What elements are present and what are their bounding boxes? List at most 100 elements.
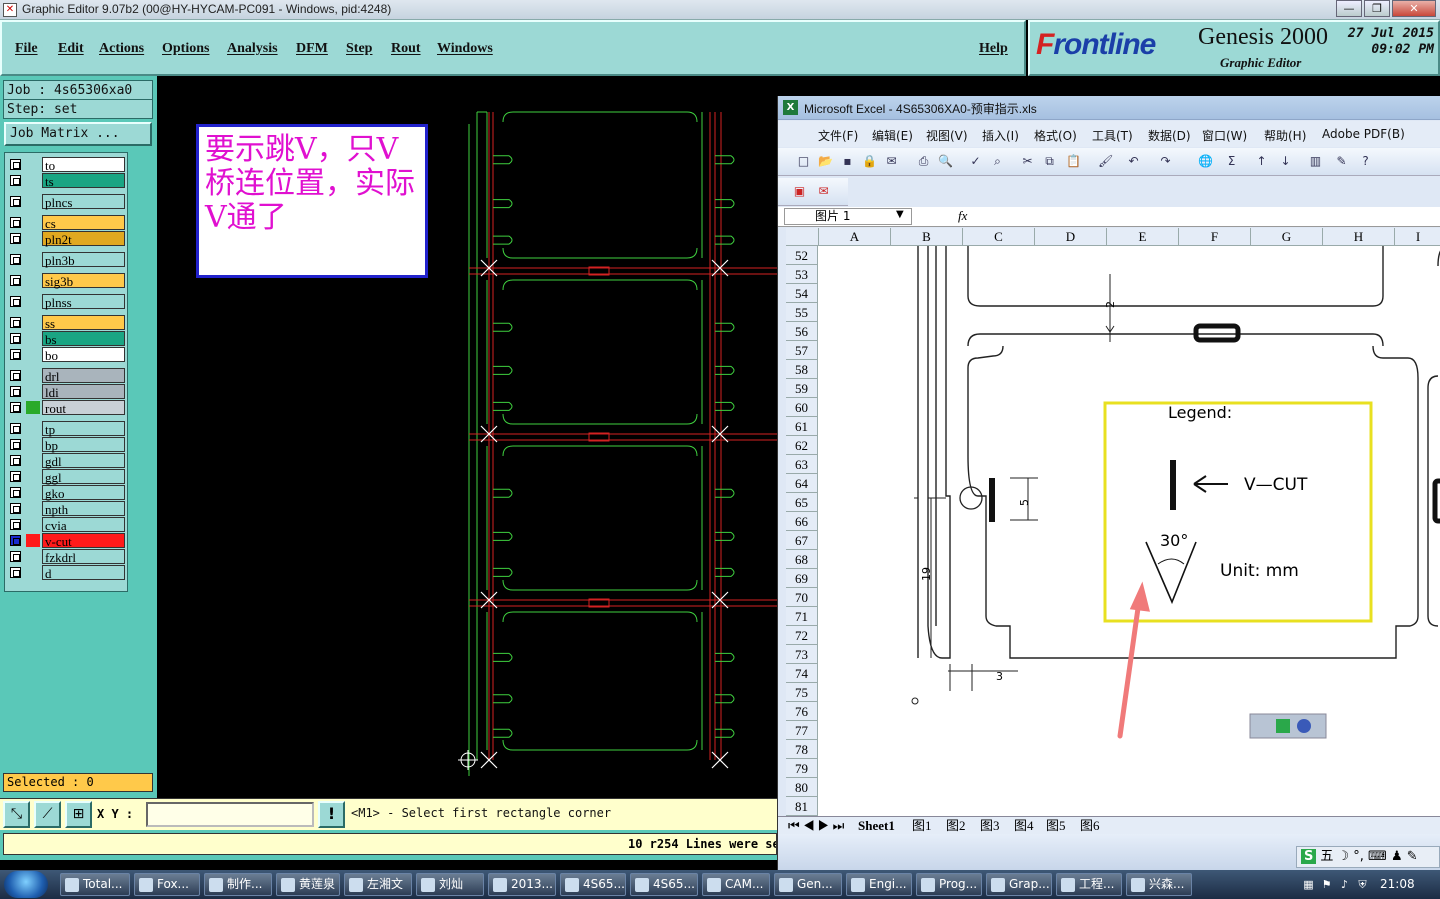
layer-row-sig3b[interactable]: sig3b	[8, 273, 126, 289]
excel-menu-item[interactable]: Adobe PDF(B)	[1322, 127, 1405, 141]
hyperlink-icon[interactable]: 🌐	[1198, 154, 1213, 169]
layer-name[interactable]: ldi	[42, 384, 125, 400]
layer-checkbox[interactable]	[10, 423, 21, 434]
redo-icon[interactable]: ↷	[1158, 154, 1173, 169]
row-header[interactable]: 53	[786, 265, 818, 284]
column-header[interactable]: I	[1394, 228, 1440, 246]
taskbar-button[interactable]: Grap...	[986, 873, 1052, 896]
excel-menu-item[interactable]: 帮助(H)	[1264, 127, 1306, 144]
taskbar-button[interactable]: 刘灿	[416, 873, 484, 896]
excel-menu-item[interactable]: 插入(I)	[982, 127, 1019, 144]
drawing-icon[interactable]: ✎	[1334, 154, 1349, 169]
tray-flag-icon[interactable]: ⚑	[1320, 878, 1333, 891]
menu-rout[interactable]: Rout	[391, 41, 421, 57]
menu-analysis[interactable]: Analysis	[227, 41, 278, 57]
new-icon[interactable]: □	[796, 154, 811, 169]
layer-row-cvia[interactable]: cvia	[8, 517, 126, 533]
layer-row-rout[interactable]: rout	[8, 400, 126, 416]
tray-shield-icon[interactable]: ⛨	[1356, 878, 1369, 891]
excel-menu-item[interactable]: 视图(V)	[926, 127, 968, 144]
layer-name[interactable]: d	[42, 565, 125, 581]
layer-checkbox[interactable]	[10, 551, 21, 562]
chart-icon[interactable]: ▥	[1308, 154, 1323, 169]
minimize-button[interactable]: —	[1336, 0, 1362, 17]
excel-menu-item[interactable]: 窗口(W)	[1202, 127, 1247, 144]
tab-scroll-icon[interactable]: ⏮ ◀ ▶ ⏭	[788, 818, 844, 833]
layer-checkbox[interactable]	[10, 439, 21, 450]
ime-toolbar[interactable]: S五 ☽ °, ⌨ ♟ ✎	[1296, 846, 1440, 868]
menu-edit[interactable]: Edit	[58, 41, 84, 57]
preview-icon[interactable]: 🔍	[938, 154, 953, 169]
layer-row-fzkdrl[interactable]: fzkdrl	[8, 549, 126, 565]
layer-checkbox[interactable]	[10, 275, 21, 286]
layer-checkbox[interactable]	[10, 175, 21, 186]
taskbar-button[interactable]: 工程...	[1056, 873, 1122, 896]
layer-row-pln2t[interactable]: pln2t	[8, 231, 126, 247]
layer-name[interactable]: rout	[42, 400, 125, 416]
permission-icon[interactable]: 🔒	[862, 154, 877, 169]
alert-icon[interactable]: !	[318, 801, 345, 828]
name-box[interactable]: 图片 1	[784, 208, 912, 225]
menu-dfm[interactable]: DFM	[296, 41, 328, 57]
row-header[interactable]: 65	[786, 493, 818, 512]
function-icon[interactable]: fx	[958, 208, 967, 224]
excel-menu-item[interactable]: 编辑(E)	[872, 127, 913, 144]
taskbar-button[interactable]: 2013...	[488, 873, 556, 896]
job-matrix-button[interactable]: Job Matrix ...	[4, 122, 152, 146]
sort-asc-icon[interactable]: ↑	[1254, 154, 1269, 169]
pdf-convert-icon[interactable]: ▣	[792, 184, 807, 199]
layer-name[interactable]: tp	[42, 421, 125, 437]
layer-row-gdl[interactable]: gdl	[8, 453, 126, 469]
taskbar-button[interactable]: Fox...	[134, 873, 200, 896]
taskbar-button[interactable]: 黄莲泉	[276, 873, 340, 896]
row-header[interactable]: 57	[786, 341, 818, 360]
row-header[interactable]: 54	[786, 284, 818, 303]
layer-checkbox[interactable]	[10, 317, 21, 328]
row-header[interactable]: 76	[786, 702, 818, 721]
row-header[interactable]: 70	[786, 588, 818, 607]
layer-name[interactable]: npth	[42, 501, 125, 517]
row-header[interactable]: 55	[786, 303, 818, 322]
row-header[interactable]: 80	[786, 778, 818, 797]
research-icon[interactable]: ⌕	[990, 154, 1005, 169]
layer-name[interactable]: bo	[42, 347, 125, 363]
layer-row-plncs[interactable]: plncs	[8, 194, 126, 210]
column-header[interactable]: G	[1250, 228, 1322, 246]
row-header[interactable]: 56	[786, 322, 818, 341]
layer-checkbox[interactable]	[10, 370, 21, 381]
row-header[interactable]: 59	[786, 379, 818, 398]
row-header[interactable]: 67	[786, 531, 818, 550]
menu-actions[interactable]: Actions	[99, 41, 144, 57]
menu-options[interactable]: Options	[162, 41, 209, 57]
row-header[interactable]: 68	[786, 550, 818, 569]
row-header[interactable]: 81	[786, 797, 818, 816]
layer-row-ldi[interactable]: ldi	[8, 384, 126, 400]
layer-name[interactable]: ggl	[42, 469, 125, 485]
layer-name[interactable]: to	[42, 157, 125, 173]
layer-name[interactable]: plnss	[42, 294, 125, 310]
start-button[interactable]	[4, 871, 48, 898]
layer-name[interactable]: bs	[42, 331, 125, 347]
layer-name[interactable]: sig3b	[42, 273, 125, 289]
layer-checkbox[interactable]	[10, 233, 21, 244]
row-header[interactable]: 58	[786, 360, 818, 379]
column-header[interactable]: H	[1322, 228, 1394, 246]
measure-icon[interactable]: ⟋	[34, 801, 61, 828]
layer-checkbox[interactable]	[10, 159, 21, 170]
layer-name[interactable]: plncs	[42, 194, 125, 210]
layer-name[interactable]: cs	[42, 215, 125, 231]
layer-checkbox[interactable]	[10, 455, 21, 466]
layer-checkbox[interactable]	[10, 402, 21, 413]
grid-icon[interactable]: ⊞	[65, 801, 92, 828]
taskbar-button[interactable]: 左湘文	[344, 873, 412, 896]
spell-icon[interactable]: ✓	[968, 154, 983, 169]
autosum-icon[interactable]: Σ	[1224, 154, 1239, 169]
column-header[interactable]: A	[818, 228, 890, 246]
close-button[interactable]: ✕	[1392, 0, 1436, 17]
layer-checkbox[interactable]	[10, 567, 21, 578]
taskbar-button[interactable]: Prog...	[916, 873, 982, 896]
layer-checkbox[interactable]	[10, 503, 21, 514]
menu-step[interactable]: Step	[346, 41, 372, 57]
row-header[interactable]: 64	[786, 474, 818, 493]
taskbar-button[interactable]: Gen...	[774, 873, 842, 896]
